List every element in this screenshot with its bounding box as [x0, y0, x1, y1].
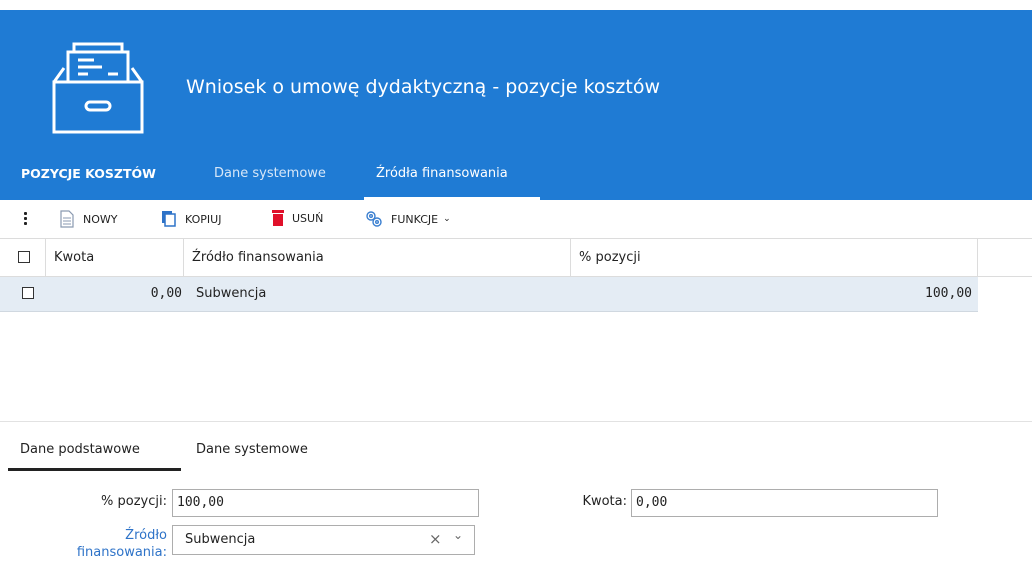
source-select-value: Subwencja [185, 532, 256, 547]
copy-button-label: KOPIUJ [185, 212, 222, 226]
copy-icon [162, 211, 176, 227]
column-header-zrodlo[interactable]: Źródło finansowania [184, 239, 571, 276]
gears-icon [366, 211, 382, 227]
chevron-down-icon: ⌄ [443, 214, 451, 224]
source-label: Źródło finansowania: [40, 527, 167, 561]
percent-label: % pozycji: [101, 494, 167, 509]
toolbar: NOWY KOPIUJ USUŃ FUNKCJE ⌄ [0, 200, 1032, 236]
select-all-cell [0, 239, 46, 276]
column-header-procent[interactable]: % pozycji [571, 239, 978, 276]
trash-icon [272, 210, 284, 226]
tab-dane-podstawowe[interactable]: Dane podstawowe [20, 442, 140, 457]
new-button-label: NOWY [83, 212, 118, 226]
archive-drawer-icon [52, 42, 144, 134]
chevron-down-icon[interactable]: ⌄ [453, 528, 463, 542]
delete-button-label: USUŃ [292, 211, 324, 225]
cell-zrodlo: Subwencja [196, 286, 267, 301]
kwota-label: Kwota: [582, 494, 627, 509]
tab-detail-dane-systemowe[interactable]: Dane systemowe [196, 442, 308, 457]
source-select[interactable]: Subwencja × ⌄ [172, 525, 475, 555]
source-label-line2: finansowania: [76, 545, 167, 560]
kwota-input[interactable]: 0,00 [631, 489, 938, 517]
page-header: Wniosek o umowę dydaktyczną - pozycje ko… [0, 10, 1032, 200]
clear-icon[interactable]: × [429, 530, 442, 548]
column-header-kwota[interactable]: Kwota [46, 239, 184, 276]
source-label-line1: Źródło [125, 528, 167, 543]
delete-button[interactable]: USUŃ [272, 210, 323, 226]
new-button[interactable]: NOWY [59, 210, 117, 228]
functions-button[interactable]: FUNKCJE ⌄ [365, 210, 451, 228]
tab-pozycje-kosztow[interactable]: POZYCJE KOSZTÓW [21, 166, 156, 181]
grid-header: Kwota Źródło finansowania % pozycji [0, 238, 1032, 277]
percent-input[interactable]: 100,00 [172, 489, 479, 517]
cell-kwota: 0,00 [150, 286, 182, 301]
cell-procent: 100,00 [925, 286, 972, 301]
copy-button[interactable]: KOPIUJ [161, 210, 221, 228]
kebab-menu-icon[interactable] [24, 212, 28, 227]
page-title: Wniosek o umowę dydaktyczną - pozycje ko… [186, 76, 661, 98]
active-subtab-indicator [8, 468, 181, 471]
new-document-icon [60, 210, 74, 228]
table-row[interactable]: 0,00 Subwencja 100,00 [0, 277, 978, 312]
select-all-checkbox[interactable] [18, 251, 30, 263]
tab-dane-systemowe[interactable]: Dane systemowe [214, 166, 326, 181]
detail-tabs: Dane podstawowe Dane systemowe [0, 421, 1032, 471]
functions-button-label: FUNKCJE [391, 212, 439, 226]
row-checkbox[interactable] [22, 287, 34, 299]
tab-zrodla-finansowania[interactable]: Źródła finansowania [376, 166, 508, 181]
